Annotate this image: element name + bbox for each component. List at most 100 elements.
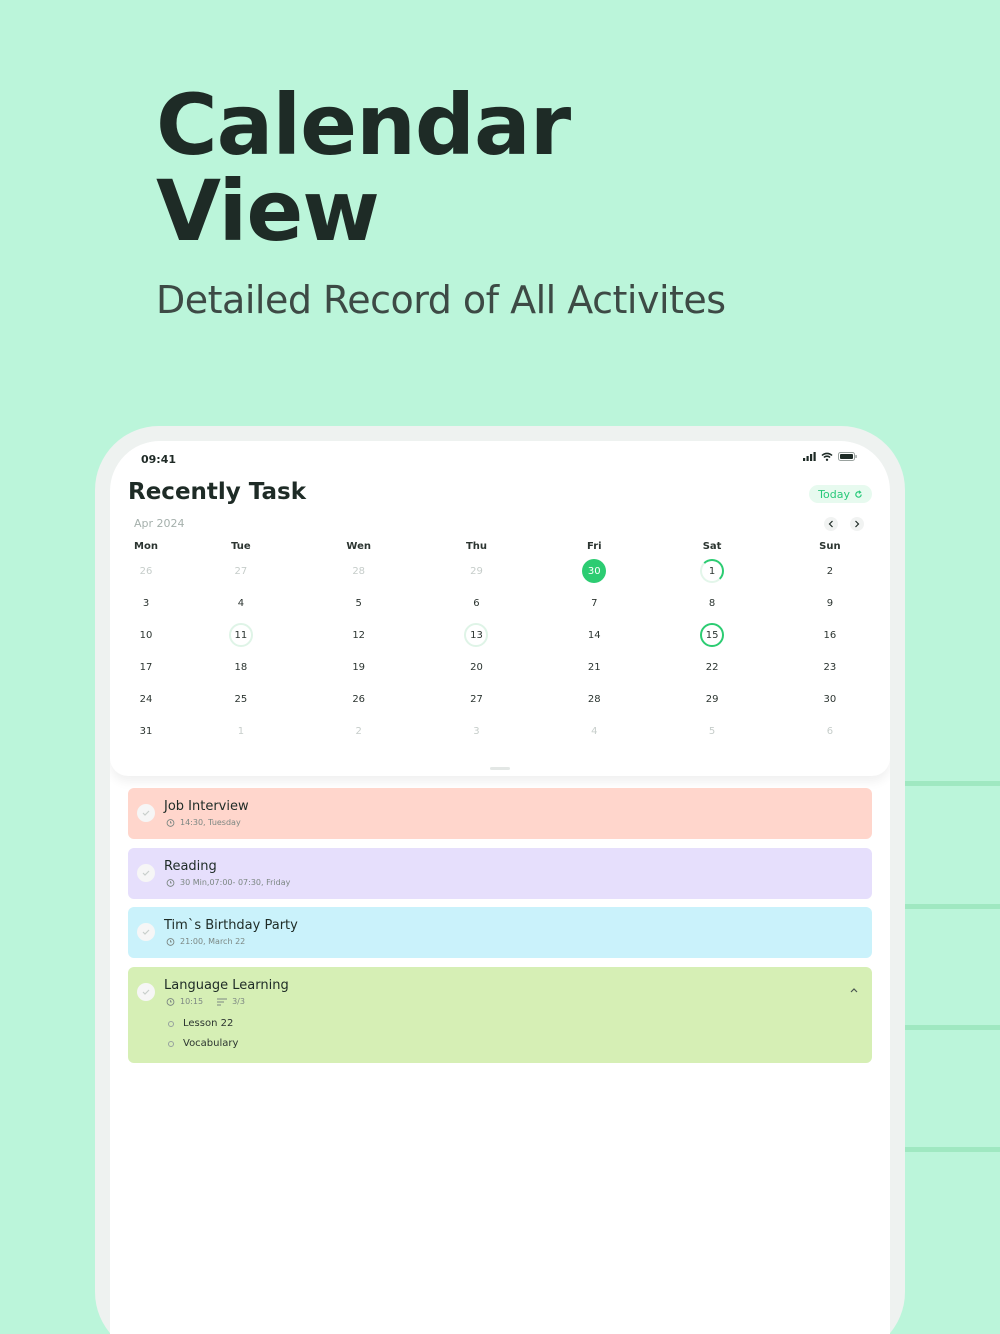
month-nav <box>824 517 864 531</box>
day-number: 12 <box>352 629 366 641</box>
calendar-day[interactable]: 6 <box>771 718 889 744</box>
calendar-day[interactable]: 23 <box>771 654 889 680</box>
calendar-day[interactable]: 14 <box>535 622 653 648</box>
calendar-day[interactable]: 2 <box>771 558 889 584</box>
subtask-progress: 3/3 <box>232 997 245 1006</box>
calendar-day[interactable]: 16 <box>771 622 889 648</box>
task-checkbox[interactable] <box>137 983 155 1001</box>
calendar-day[interactable]: 15 <box>653 622 771 648</box>
task-checkbox[interactable] <box>137 923 155 941</box>
subtask-item[interactable]: Lesson 22 <box>168 1018 233 1029</box>
hero-subtitle: Detailed Record of All Activites <box>156 278 726 322</box>
calendar-day[interactable]: 9 <box>771 590 889 616</box>
calendar-day[interactable]: 8 <box>653 590 771 616</box>
calendar-day[interactable]: 19 <box>300 654 418 680</box>
calendar-day[interactable]: 5 <box>653 718 771 744</box>
calendar-day[interactable]: 30 <box>535 558 653 584</box>
day-number: 28 <box>587 693 601 705</box>
task-card[interactable]: Tim`s Birthday Party 21:00, March 22 <box>128 907 872 958</box>
calendar-day[interactable]: 26 <box>110 558 182 584</box>
subtask-item[interactable]: Vocabulary <box>168 1038 238 1049</box>
day-number: 1 <box>237 725 245 737</box>
today-label: Today <box>818 487 850 501</box>
subtask-dot-icon <box>168 1020 174 1027</box>
day-number: 1 <box>700 559 725 583</box>
hero-title-line1: Calendar <box>156 76 571 174</box>
subtasks-icon <box>217 998 228 1005</box>
task-time: 21:00, March 22 <box>180 937 246 946</box>
day-number: 20 <box>470 661 483 673</box>
status-time: 09:41 <box>141 453 177 466</box>
calendar-day[interactable]: 3 <box>418 718 536 744</box>
task-checkbox[interactable] <box>137 864 155 882</box>
calendar-day[interactable]: 30 <box>771 686 889 712</box>
chevron-left-icon <box>828 520 833 528</box>
page-title: Recently Task <box>128 479 307 505</box>
calendar-day[interactable]: 28 <box>535 686 653 712</box>
task-card[interactable]: Reading 30 Min,07:00- 07:30, Friday <box>128 848 872 899</box>
calendar-day[interactable]: 3 <box>110 590 182 616</box>
today-button[interactable]: Today <box>809 485 872 503</box>
day-number: 6 <box>473 597 480 609</box>
task-card-expanded[interactable]: Language Learning 10:15 3/3 Lesson 22 Vo… <box>128 967 872 1063</box>
calendar-day[interactable]: 29 <box>653 686 771 712</box>
next-month-button[interactable] <box>850 517 864 531</box>
calendar-day[interactable]: 2 <box>300 718 418 744</box>
calendar-day[interactable]: 7 <box>535 590 653 616</box>
task-card[interactable]: Job Interview 14:30, Tuesday <box>128 788 872 839</box>
task-title: Reading <box>164 859 217 874</box>
day-number: 15 <box>700 623 725 647</box>
calendar-day[interactable]: 27 <box>182 558 300 584</box>
day-number: 27 <box>234 565 248 577</box>
calendar-day[interactable]: 11 <box>182 622 300 648</box>
calendar-day[interactable]: 25 <box>182 686 300 712</box>
task-meta: 10:15 3/3 <box>166 997 245 1006</box>
drag-handle[interactable] <box>490 767 510 770</box>
calendar-day[interactable]: 17 <box>110 654 182 680</box>
week-row: 3 4 5 6 7 8 9 <box>110 590 890 616</box>
calendar-day[interactable]: 21 <box>535 654 653 680</box>
calendar-day[interactable]: 10 <box>110 622 182 648</box>
week-row: 26 27 28 29 30 1 2 <box>110 558 890 584</box>
calendar-day[interactable]: 26 <box>300 686 418 712</box>
day-number: 24 <box>139 693 153 705</box>
weekday-label: Wen <box>346 541 371 552</box>
calendar-day[interactable]: 28 <box>300 558 418 584</box>
day-number: 11 <box>228 623 253 647</box>
task-meta: 14:30, Tuesday <box>166 818 241 827</box>
wifi-icon <box>821 452 833 461</box>
task-meta: 30 Min,07:00- 07:30, Friday <box>166 878 290 887</box>
task-meta: 21:00, March 22 <box>166 937 245 946</box>
calendar-day[interactable]: 12 <box>300 622 418 648</box>
clock-icon <box>166 938 175 946</box>
calendar-day[interactable]: 22 <box>653 654 771 680</box>
calendar-day[interactable]: 6 <box>418 590 536 616</box>
task-title: Language Learning <box>164 978 289 993</box>
calendar-day[interactable]: 27 <box>418 686 536 712</box>
clock-icon <box>166 998 175 1006</box>
calendar-day[interactable]: 4 <box>182 590 300 616</box>
prev-month-button[interactable] <box>824 517 838 531</box>
calendar-day[interactable]: 20 <box>418 654 536 680</box>
chevron-up-icon[interactable] <box>850 987 858 993</box>
calendar-card: 09:41 Recently Task Today Apr 2024 Mon T… <box>110 441 890 776</box>
calendar-day[interactable]: 24 <box>110 686 182 712</box>
task-checkbox[interactable] <box>137 804 155 822</box>
clock-icon <box>166 819 175 827</box>
subtask-dot-icon <box>168 1040 174 1047</box>
hero-title: Calendar View <box>156 76 571 254</box>
calendar-day[interactable]: 1 <box>653 558 771 584</box>
subtask-label: Lesson 22 <box>183 1018 234 1029</box>
day-number: 19 <box>352 661 366 673</box>
calendar-day[interactable]: 13 <box>418 622 536 648</box>
calendar-day[interactable]: 18 <box>182 654 300 680</box>
calendar-day[interactable]: 5 <box>300 590 418 616</box>
day-number: 27 <box>470 693 483 705</box>
calendar-day[interactable]: 4 <box>535 718 653 744</box>
calendar-day[interactable]: 1 <box>182 718 300 744</box>
day-number: 3 <box>473 725 480 737</box>
calendar-day[interactable]: 31 <box>110 718 182 744</box>
day-number: 21 <box>587 661 601 673</box>
calendar-day[interactable]: 29 <box>418 558 536 584</box>
week-row: 17 18 19 20 21 22 23 <box>110 654 890 680</box>
